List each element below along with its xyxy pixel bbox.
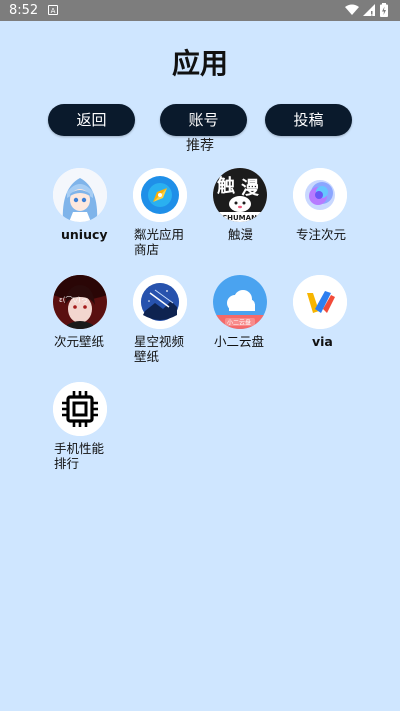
app-label-starry-sky-line1: 星空视频 [134, 334, 185, 349]
app-item-phone-performance-ranking[interactable]: 手机性能 排行 [53, 382, 133, 472]
app-item-uniucy[interactable]: uniucy [53, 168, 133, 248]
app-label-performance-line1: 手机性能 [54, 441, 105, 456]
app-label-performance-line2: 排行 [54, 456, 80, 471]
svg-text:小二云盘: 小二云盘 [227, 319, 251, 327]
app-label-cloud-drive: 小二云盘 [214, 334, 265, 349]
app-item-via[interactable]: via [293, 275, 373, 355]
app-item-app-store[interactable]: 粼光应用 商店 [133, 168, 213, 258]
svg-text:ε(⌒▽)っ: ε(⌒▽)っ [59, 296, 88, 304]
app-item-chuman[interactable]: 触 漫 CHUMAN 触漫 [213, 168, 293, 248]
page-title: 应用 [171, 47, 228, 80]
focus-dimension-icon [293, 168, 347, 222]
app-label-anime-wallpaper: 次元壁纸 [54, 334, 105, 349]
anime-girl-blue-hair-icon [53, 168, 107, 222]
app-label-chuman: 触漫 [228, 227, 254, 242]
via-browser-icon [293, 275, 347, 329]
svg-text:CHUMAN: CHUMAN [222, 214, 257, 222]
starry-sky-icon [133, 275, 187, 329]
wifi-icon [345, 4, 359, 20]
status-time: 8:52 [9, 3, 39, 18]
status-bar: 8:52 A [0, 0, 400, 21]
back-button[interactable]: 返回 [48, 104, 135, 136]
app-item-focus-dimension[interactable]: 专注次元 [293, 168, 373, 248]
cpu-chip-icon [53, 382, 107, 436]
app-label-via: via [312, 334, 333, 349]
app-label-focus-dimension: 专注次元 [296, 227, 347, 242]
app-label-starry-sky-line2: 壁纸 [134, 349, 160, 364]
section-label-recommended: 推荐 [186, 138, 214, 154]
cloud-drive-icon: 小二云盘 [213, 275, 267, 329]
anime-wallpaper-icon: ε(⌒▽)っ [53, 275, 107, 329]
app-label-uniucy: uniucy [61, 227, 108, 242]
app-item-starry-sky-wallpaper[interactable]: 星空视频 壁纸 [133, 275, 213, 365]
submit-button[interactable]: 投稿 [265, 104, 352, 136]
app-item-anime-wallpaper[interactable]: ε(⌒▽)っ 次元壁纸 [53, 275, 133, 355]
notification-a-icon: A [48, 5, 58, 15]
svg-text:漫: 漫 [241, 178, 260, 199]
app-label-app-store-line2: 商店 [134, 242, 160, 257]
svg-text:触: 触 [217, 175, 235, 197]
battery-icon [380, 3, 388, 21]
chuman-icon: 触 漫 CHUMAN [213, 168, 267, 222]
account-button[interactable]: 账号 [160, 104, 247, 136]
app-label-app-store-line1: 粼光应用 [134, 227, 185, 242]
cell-signal-icon [363, 4, 375, 20]
app-store-icon [133, 168, 187, 222]
app-item-cloud-drive[interactable]: 小二云盘 小二云盘 [213, 275, 293, 355]
